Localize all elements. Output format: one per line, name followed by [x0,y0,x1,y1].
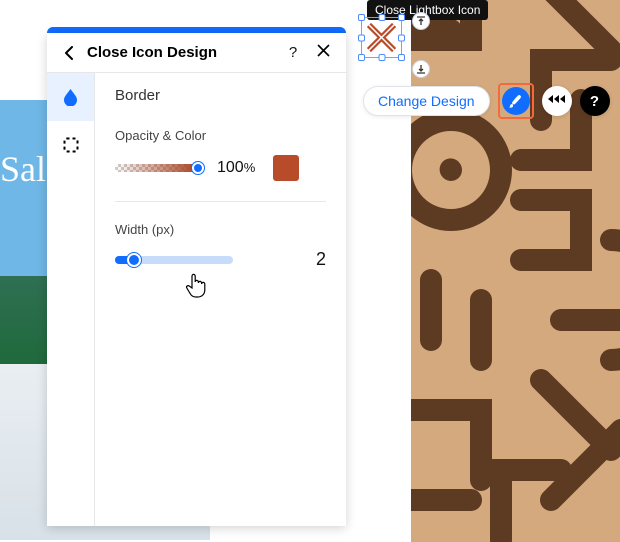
panel-help-button[interactable]: ? [284,44,302,61]
selected-element[interactable] [361,17,402,58]
width-slider-thumb[interactable] [127,253,141,267]
floating-action-bar: Change Design ? [363,83,610,119]
chevron-left-icon [64,46,75,60]
design-content: Border Opacity & Color 100% Width (px) [95,73,346,526]
close-icon [317,44,330,57]
color-swatch[interactable] [273,155,299,181]
tab-border[interactable] [47,121,94,169]
dashed-square-icon [62,136,80,154]
design-panel: Close Icon Design ? Border [47,33,346,526]
resize-handle[interactable] [358,54,365,61]
width-label: Width (px) [115,222,326,237]
animation-button[interactable] [542,86,572,116]
panel-close-button[interactable] [314,44,332,62]
resize-handle[interactable] [378,54,385,61]
resize-handle[interactable] [398,14,405,21]
back-button[interactable] [61,45,77,61]
stretch-up-button[interactable] [412,12,430,30]
design-button[interactable] [502,87,530,115]
opacity-slider[interactable] [115,164,199,172]
opacity-slider-thumb[interactable] [192,162,204,174]
width-slider[interactable] [115,256,233,264]
opacity-value: 100% [217,159,255,177]
droplet-icon [62,88,80,106]
arrow-up-bar-icon [416,16,426,26]
canvas-text-sal: Sal [0,148,46,190]
resize-handle[interactable] [358,34,365,41]
resize-handle[interactable] [378,14,385,21]
divider [115,201,326,202]
close-lightbox-icon [367,23,396,52]
panel-title: Close Icon Design [87,44,284,61]
change-design-button[interactable]: Change Design [363,86,490,116]
design-button-highlight [498,83,534,119]
stretch-down-button[interactable] [412,60,430,78]
resize-handle[interactable] [398,34,405,41]
resize-handle[interactable] [358,14,365,21]
resize-handle[interactable] [398,54,405,61]
arrow-down-bar-icon [416,64,426,74]
panel-header: Close Icon Design ? [47,33,346,73]
design-side-tabs [47,73,95,526]
brush-icon [508,94,523,109]
opacity-label: Opacity & Color [115,128,326,143]
section-title: Border [115,87,326,104]
width-value: 2 [316,249,326,270]
canvas-pattern [411,0,620,542]
help-button[interactable]: ? [580,86,610,116]
tab-fill[interactable] [47,73,94,121]
animation-icon [548,92,565,111]
